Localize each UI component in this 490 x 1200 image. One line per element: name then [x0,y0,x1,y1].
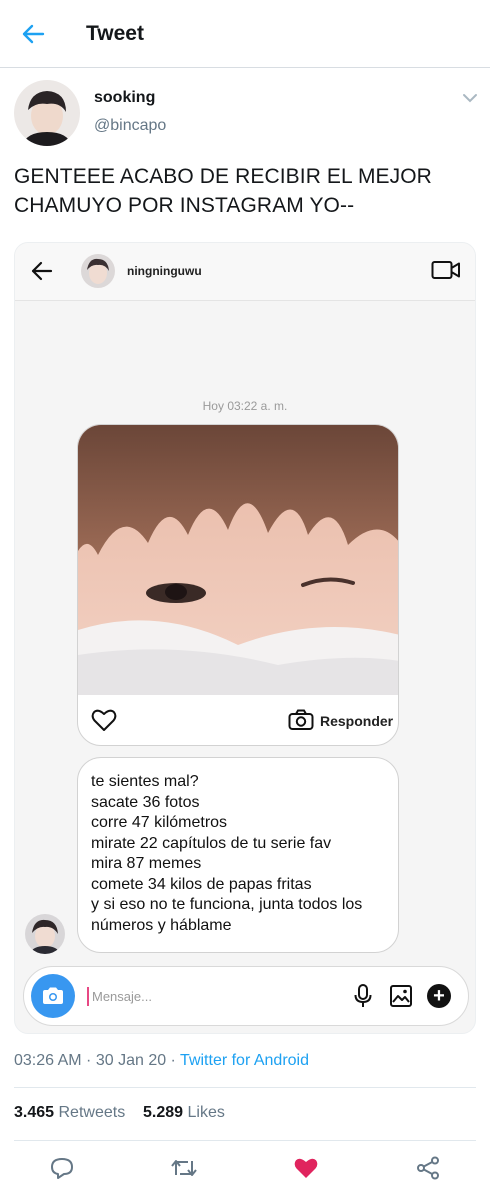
back-arrow-icon[interactable] [20,22,46,46]
message-line: mirate 22 capítulos de tu serie fav [91,834,332,852]
message-input: Mensaje... [92,989,152,1004]
tweet-source-link[interactable]: Twitter for Android [180,1052,309,1069]
tweet-text: GENTEEE ACABO DE RECIBIR EL MEJOR CHAMUY… [14,162,476,220]
plus-icon: + [427,984,451,1008]
camera-icon [288,709,314,736]
tweet-meta: 03:26 AM · 30 Jan 20 · Twitter for Andro… [14,1052,309,1070]
text-message: te sientes mal? sacate 36 fotos corre 47… [77,757,399,953]
message-line: sacate 36 fotos [91,793,200,811]
tweet-text-line: CHAMUYO POR INSTAGRAM YO-- [14,194,355,217]
page-title: Tweet [86,22,144,45]
dm-avatar [81,254,115,288]
message-line: números y háblame [91,916,232,934]
video-call-icon [431,259,461,286]
retweet-label: Retweets [58,1104,126,1121]
photo-message: Responder [77,424,399,746]
like-stat[interactable]: 5.289 Likes [143,1104,225,1121]
gallery-icon [390,985,412,1012]
tweet-media-image[interactable]: ningninguwu Hoy 03:22 a. m. Responder te… [14,242,476,1034]
message-composer: Mensaje... + [23,966,469,1026]
author-handle[interactable]: @bincapo [94,117,166,135]
like-count: 5.289 [142,1104,184,1121]
chevron-down-icon[interactable] [462,90,480,104]
message-line: y si eso no te funciona, junta todos los [91,896,363,913]
like-icon[interactable] [292,1154,320,1182]
shared-photo [78,425,398,695]
message-line: te sientes mal? [91,773,199,790]
tweet-text-line: GENTEEE ACABO DE RECIBIR EL MEJOR [14,165,432,188]
message-line: corre 47 kilómetros [91,814,228,831]
mic-icon [354,984,372,1013]
retweet-icon[interactable] [170,1154,198,1182]
heart-outline-icon [91,708,117,737]
author-avatar[interactable] [14,80,80,146]
tweet-actions [0,1152,490,1186]
author-name[interactable]: sooking [94,89,155,107]
divider [14,1140,476,1141]
camera-icon [31,974,75,1018]
message-line: mira 87 memes [91,855,202,872]
divider [14,1087,476,1088]
sender-avatar [25,914,65,954]
share-icon[interactable] [414,1154,442,1182]
photo-actions: Responder [78,695,398,745]
tweet-time: 03:26 AM [14,1052,82,1069]
meta-separator: · [81,1052,96,1069]
tweet-date: 30 Jan 20 [95,1052,167,1069]
message-line: comete 34 kilos de papas fritas [91,875,312,893]
dm-header: ningninguwu [15,243,475,301]
retweet-stat[interactable]: 3.465 Retweets [14,1104,125,1121]
meta-separator: · [166,1052,181,1069]
like-label: Likes [187,1104,225,1121]
reply-icon[interactable] [48,1154,76,1182]
tweet-stats: 3.465 Retweets 5.289 Likes [14,1104,225,1122]
retweet-count: 3.465 [14,1104,55,1121]
reply-label: Responder [320,713,394,729]
dm-username: ningninguwu [127,264,202,278]
back-arrow-icon [31,261,53,286]
text-cursor [87,987,89,1006]
app-header: Tweet [0,0,490,68]
dm-timestamp: Hoy 03:22 a. m. [202,399,288,413]
